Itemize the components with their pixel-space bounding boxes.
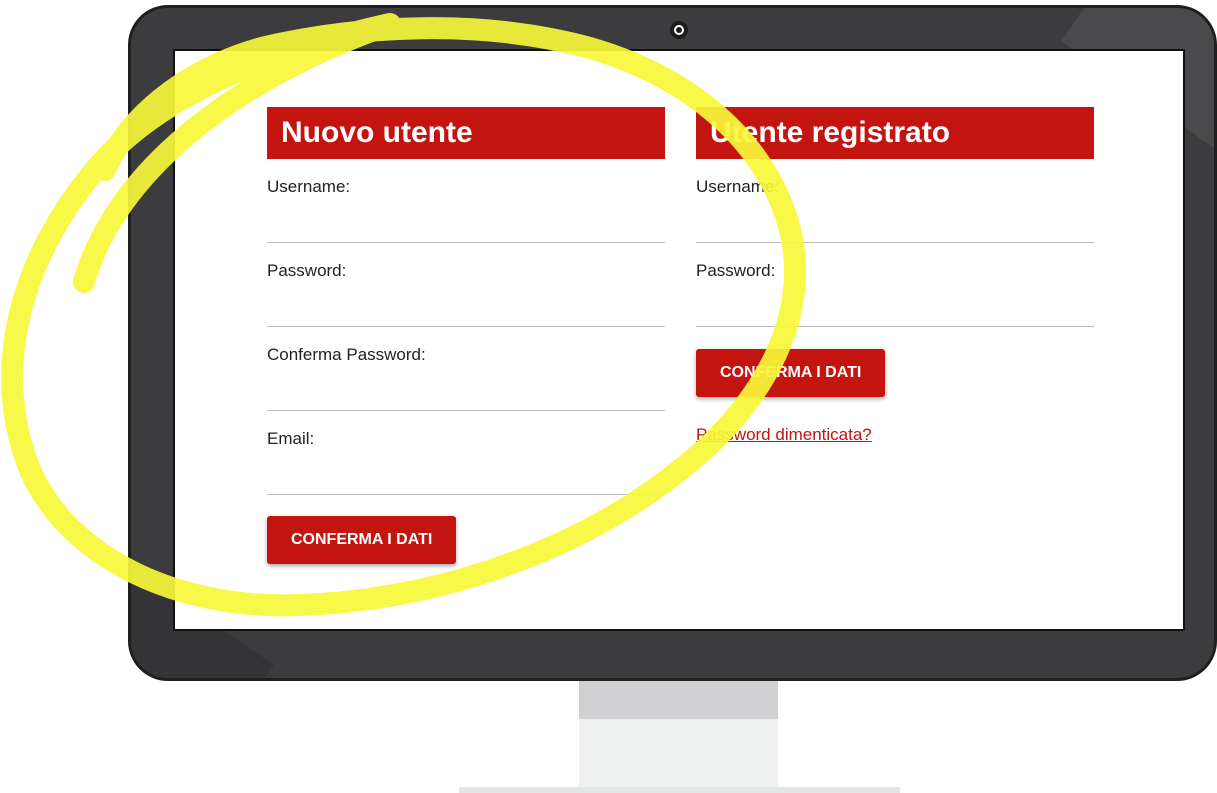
login-submit-button[interactable]: CONFERMA I DATI [696, 349, 886, 397]
new-user-panel: Nuovo utente Username: Password: Conferm… [267, 107, 669, 564]
registered-user-title: Utente registrato [696, 107, 1094, 159]
registered-user-password-input[interactable] [696, 292, 1098, 324]
username-label: Username: [696, 177, 780, 196]
new-user-submit-button[interactable]: CONFERMA I DATI [267, 516, 457, 564]
new-user-username-input[interactable] [267, 208, 669, 240]
monitor-stand-top [579, 681, 778, 719]
password-label: Password: [267, 261, 347, 280]
username-label: Username: [267, 177, 351, 196]
new-user-confirm-password-field: Conferma Password: [267, 327, 669, 411]
new-user-username-field: Username: [267, 159, 669, 243]
registered-user-username-input[interactable] [696, 208, 1098, 240]
new-user-email-field: Email: [267, 411, 669, 495]
monitor-screen: Nuovo utente Username: Password: Conferm… [173, 49, 1185, 631]
email-label: Email: [267, 429, 315, 448]
registered-user-password-field: Password: [696, 243, 1098, 327]
new-user-title: Nuovo utente [267, 107, 665, 159]
password-label: Password: [696, 261, 776, 280]
new-user-email-input[interactable] [267, 460, 669, 492]
registered-user-panel: Utente registrato Username: Password: CO… [696, 107, 1098, 445]
webcam-icon [670, 21, 688, 39]
new-user-confirm-password-input[interactable] [267, 376, 669, 408]
monitor-stand-neck [579, 719, 778, 787]
new-user-password-field: Password: [267, 243, 669, 327]
forgot-password-link[interactable]: Password dimenticata? [696, 425, 1094, 445]
new-user-password-input[interactable] [267, 292, 669, 324]
confirm-password-label: Conferma Password: [267, 345, 426, 364]
registered-user-username-field: Username: [696, 159, 1098, 243]
monitor-stand-base [459, 787, 900, 793]
